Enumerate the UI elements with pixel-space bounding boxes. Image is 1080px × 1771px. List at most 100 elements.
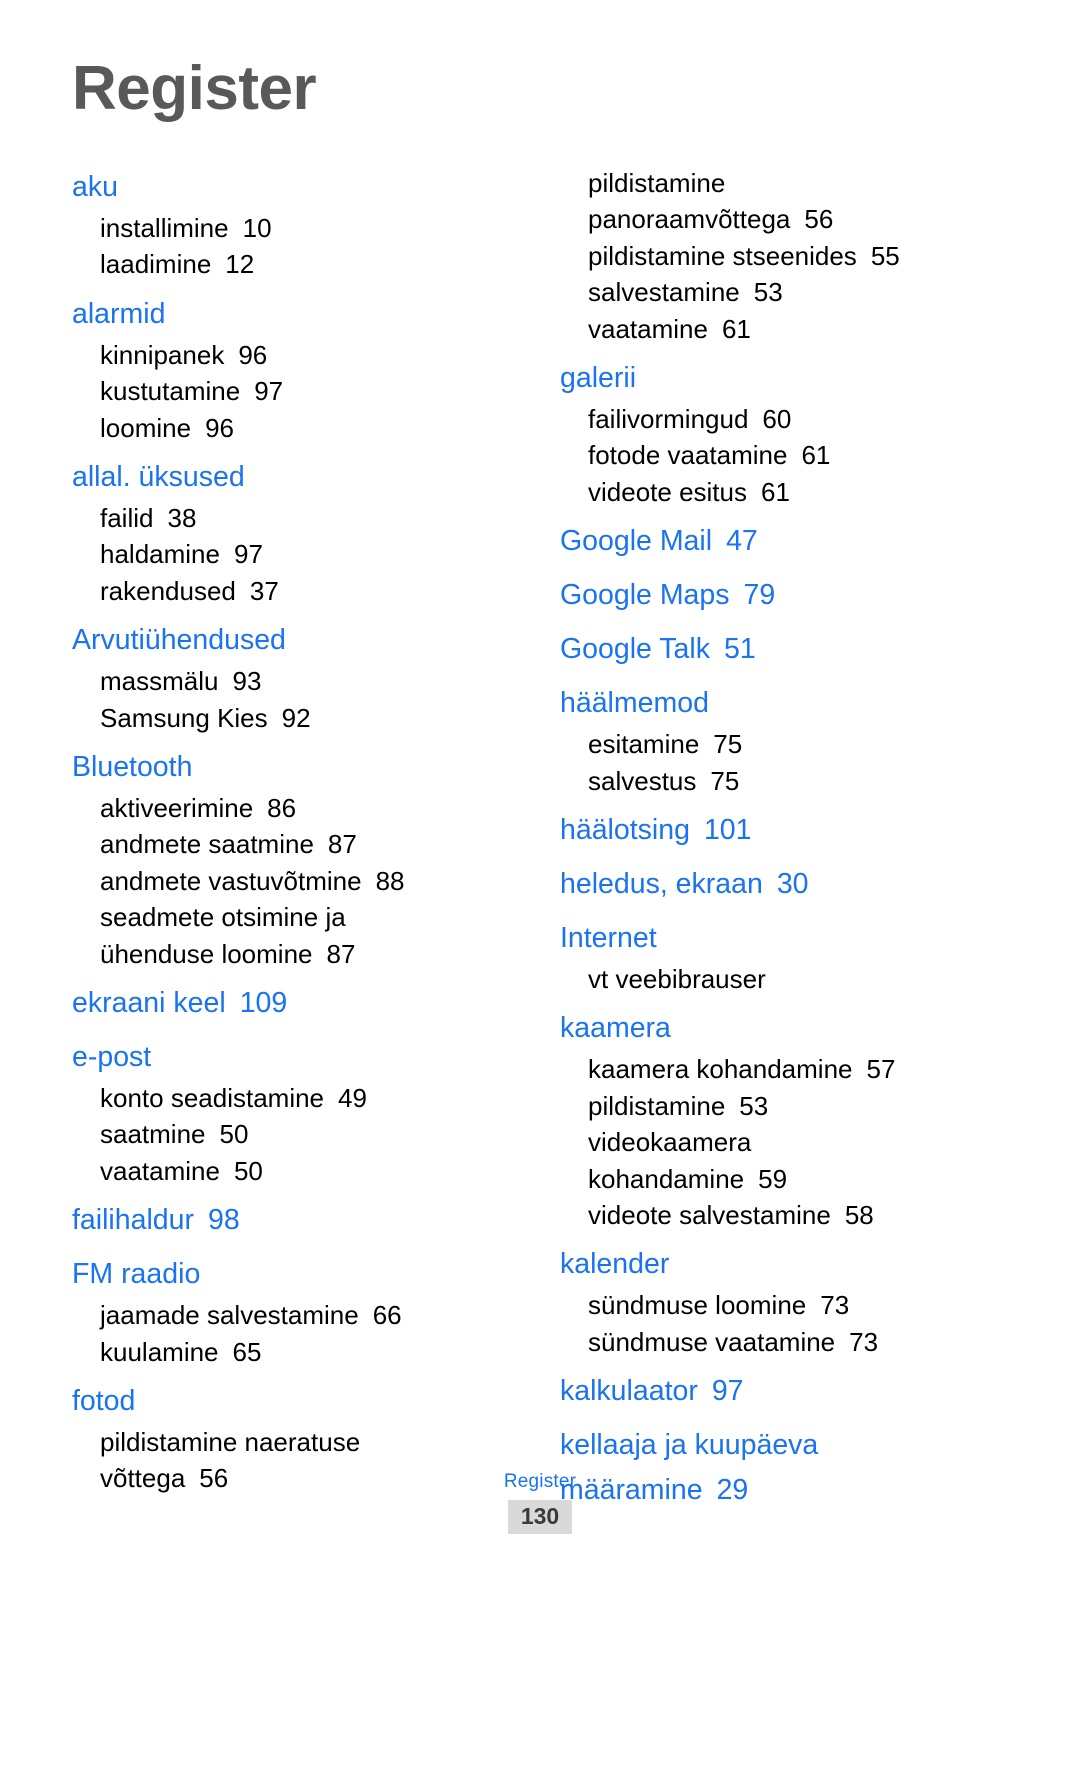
index-subentry[interactable]: haldamine 97 [72,536,532,572]
entry-spacer [72,1189,532,1198]
index-heading[interactable]: Internet [560,916,1020,961]
index-subentry[interactable]: sündmuse vaatamine 73 [560,1324,1020,1360]
index-subentry[interactable]: videokaamera [560,1124,1020,1160]
index-subentry[interactable]: panoraamvõttega 56 [560,201,1020,237]
index-heading[interactable]: kalkulaator 97 [560,1369,1020,1414]
index-subentry-label: haldamine [100,539,220,570]
index-entry: heledus, ekraan 30 [560,862,1020,907]
index-subentry[interactable]: laadimine 12 [72,246,532,282]
index-heading[interactable]: Google Mail 47 [560,519,1020,564]
index-heading-label: failihaldur [72,1204,194,1237]
right-column: pildistamine panoraamvõttega 56 pildistamin… [560,165,1020,1522]
index-subentry[interactable]: aktiveerimine 86 [72,790,532,826]
page-title: Register [72,54,317,123]
index-entry: alarmid kinnipanek 96 kustutamine 97 loomine 9… [72,292,532,446]
index-subentry-page: 55 [870,240,900,271]
index-subentry[interactable]: pildistamine naeratuse [72,1424,532,1460]
index-subentry[interactable]: kustutamine 97 [72,373,532,409]
index-heading-page: 51 [724,633,756,666]
index-heading[interactable]: ekraani keel 109 [72,981,532,1026]
index-heading[interactable]: galerii [560,356,1020,401]
index-heading-label: Google Mail [560,525,713,558]
index-subentry[interactable]: saatmine 50 [72,1116,532,1152]
index-subentry[interactable]: kuulamine 65 [72,1334,532,1370]
index-subentry[interactable]: esitamine 75 [560,726,1020,762]
index-subentry[interactable]: salvestamine 53 [560,274,1020,310]
index-heading[interactable]: e-post [72,1035,532,1080]
index-heading-page: 79 [743,579,776,612]
index-subentry-page: 75 [710,765,740,796]
index-subentry[interactable]: rakendused 37 [72,573,532,609]
index-heading[interactable]: alarmid [72,292,532,337]
index-subentry-label: installimine [100,213,229,244]
index-heading-label: häälotsing [560,813,690,846]
index-subentry[interactable]: vaatamine 50 [72,1153,532,1189]
index-subentry[interactable]: ühenduse loomine 87 [72,936,532,972]
index-heading[interactable]: heledus, ekraan 30 [560,862,1020,907]
index-heading-label: allal. üksused [72,460,245,493]
index-subentry[interactable]: vaatamine 61 [560,311,1020,347]
index-heading-label: häälmemod [560,687,709,720]
index-subentry-page: 61 [801,440,831,471]
index-subentry[interactable]: pildistamine [560,165,1020,201]
index-subentry[interactable]: kohandamine 59 [560,1161,1020,1197]
index-subentry[interactable]: videote salvestamine 58 [560,1197,1020,1233]
index-subentry[interactable]: failivormingud 60 [560,401,1020,437]
index-subentry[interactable]: kaamera kohandamine 57 [560,1051,1020,1087]
page-footer: Register 130 [0,1471,1080,1535]
index-heading[interactable]: Bluetooth [72,745,532,790]
index-subentry[interactable]: konto seadistamine 49 [72,1080,532,1116]
index-subentry[interactable]: salvestus 75 [560,763,1020,799]
index-subentry[interactable]: pildistamine 53 [560,1088,1020,1124]
index-subentry-label: saatmine [100,1119,206,1150]
index-heading[interactable]: häälotsing 101 [560,808,1020,853]
index-heading-page: 30 [776,868,809,900]
entry-spacer [560,672,1020,681]
index-entry: kalkulaator 97 [560,1369,1020,1414]
index-heading-label: FM raadio [72,1258,201,1291]
footer-label: Register [503,1471,577,1492]
index-heading[interactable]: kalender [560,1242,1020,1287]
index-subentry[interactable]: sündmuse loomine 73 [560,1287,1020,1323]
index-subentry[interactable]: failid 38 [72,500,532,536]
entry-spacer [560,1360,1020,1369]
index-subentry[interactable]: andmete vastuvõtmine 88 [72,863,532,899]
index-subentry[interactable]: vt veebibrauser [560,961,1020,997]
index-subentry[interactable]: installimine 10 [72,210,532,246]
index-subentry-page: 37 [249,575,279,606]
index-entry: Google Talk 51 [560,627,1020,672]
index-subentry-page: 96 [205,412,234,443]
index-heading[interactable]: Google Maps 79 [560,573,1020,618]
index-subentry-page: 86 [267,792,297,823]
index-subentry-page: 97 [254,376,284,407]
index-subentry[interactable]: pildistamine stseenides 55 [560,238,1020,274]
index-heading[interactable]: allal. üksused [72,455,532,500]
entry-spacer [72,1243,532,1252]
entry-spacer [72,1370,532,1379]
index-subentry[interactable]: seadmete otsimine ja [72,899,532,935]
index-subentry-label: kustutamine [100,376,241,407]
index-subentry[interactable]: massmälu 93 [72,663,532,699]
index-subentry[interactable]: jaamade salvestamine 66 [72,1297,532,1333]
index-heading[interactable]: häälmemod [560,681,1020,726]
index-subentry-label: rakendused [100,575,236,606]
page-number-badge: 130 [507,1500,573,1535]
index-subentry[interactable]: kinnipanek 96 [72,337,532,373]
index-heading[interactable]: aku [72,165,532,210]
index-subentry[interactable]: videote esitus 61 [560,474,1020,510]
index-heading-label: galerii [560,361,637,394]
index-subentry[interactable]: fotode vaatamine 61 [560,437,1020,473]
index-heading[interactable]: kaamera [560,1006,1020,1051]
index-subentry[interactable]: Samsung Kies 92 [72,700,532,736]
index-heading[interactable]: FM raadio [72,1252,532,1297]
index-heading[interactable]: Arvutiühendused [72,618,532,663]
index-subentry-label: vt veebibrauser [588,964,766,995]
index-heading[interactable]: fotod [72,1379,532,1424]
index-subentry-page: 88 [375,865,405,896]
index-entry: Internet vt veebibrauser [560,916,1020,997]
index-subentry[interactable]: andmete saatmine 87 [72,826,532,862]
index-heading[interactable]: Google Talk 51 [560,627,1020,672]
index-heading[interactable]: kellaaja ja kuupäeva [560,1423,1020,1468]
index-heading[interactable]: failihaldur 98 [72,1198,532,1243]
index-subentry[interactable]: loomine 96 [72,410,532,446]
